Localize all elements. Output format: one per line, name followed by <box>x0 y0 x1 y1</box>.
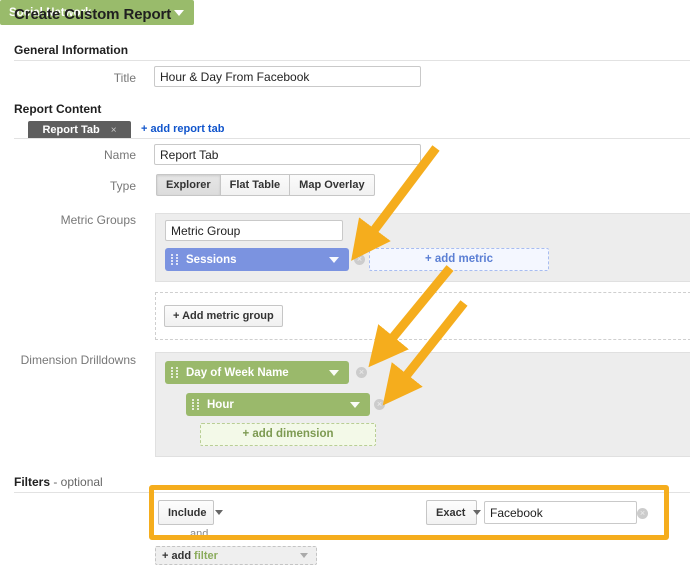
dimension-pill-label: Day of Week Name <box>186 367 329 379</box>
filters-heading-text: Filters <box>14 475 50 489</box>
dimension-drilldowns-label: Dimension Drilldowns <box>20 353 136 367</box>
section-heading-filters: Filters - optional <box>14 475 103 489</box>
section-heading-general-information: General Information <box>14 43 128 57</box>
section-heading-report-content: Report Content <box>14 102 101 116</box>
add-report-tab-link[interactable]: + add report tab <box>141 123 224 135</box>
add-filter-suffix: filter <box>194 550 218 562</box>
divider-general <box>14 60 690 61</box>
add-dimension-button[interactable]: + add dimension <box>200 423 376 446</box>
report-tab-chip-label: Report Tab <box>42 124 99 136</box>
filter-row-highlight-box <box>149 485 669 540</box>
add-metric-button[interactable]: + add metric <box>369 248 549 271</box>
create-custom-report-page: Create Custom Report General Information… <box>0 0 690 565</box>
type-field-label: Type <box>60 179 136 193</box>
add-metric-group-button[interactable]: + Add metric group <box>164 305 283 327</box>
dimension-pill-hour[interactable]: Hour <box>186 393 370 416</box>
metric-pill-sessions[interactable]: Sessions <box>165 248 349 271</box>
close-icon[interactable]: × <box>111 125 117 136</box>
report-tab-chip[interactable]: Report Tab × <box>28 121 131 139</box>
name-field-label: Name <box>60 148 136 162</box>
add-filter-button[interactable]: + add filter <box>155 546 317 565</box>
chevron-down-icon[interactable] <box>329 370 339 376</box>
metric-pill-label: Sessions <box>186 254 329 266</box>
report-tab-name-input[interactable] <box>154 144 421 165</box>
metric-groups-label: Metric Groups <box>30 213 136 227</box>
type-button-flat-table[interactable]: Flat Table <box>221 174 291 196</box>
remove-dimension-icon[interactable]: × <box>374 399 385 410</box>
dimension-pill-day-of-week-name[interactable]: Day of Week Name <box>165 361 349 384</box>
drag-handle-icon[interactable] <box>171 254 181 265</box>
type-button-explorer[interactable]: Explorer <box>156 174 221 196</box>
report-title-input[interactable] <box>154 66 421 87</box>
chevron-down-icon[interactable] <box>329 257 339 263</box>
type-button-map-overlay[interactable]: Map Overlay <box>290 174 374 196</box>
drag-handle-icon[interactable] <box>171 367 181 378</box>
remove-metric-icon[interactable]: × <box>354 254 365 265</box>
chevron-down-icon <box>300 553 308 558</box>
report-type-toggle-group: Explorer Flat Table Map Overlay <box>156 174 375 196</box>
dimension-pill-label: Hour <box>207 399 350 411</box>
drag-handle-icon[interactable] <box>192 399 202 410</box>
remove-dimension-icon[interactable]: × <box>356 367 367 378</box>
divider-report-content <box>14 138 690 139</box>
chevron-down-icon[interactable] <box>350 402 360 408</box>
filters-optional-text: - optional <box>50 475 103 489</box>
metric-group-name-input[interactable] <box>165 220 343 241</box>
page-title: Create Custom Report <box>14 6 171 23</box>
add-filter-prefix: + add <box>162 550 191 562</box>
title-field-label: Title <box>60 71 136 85</box>
chevron-down-icon <box>174 10 184 16</box>
